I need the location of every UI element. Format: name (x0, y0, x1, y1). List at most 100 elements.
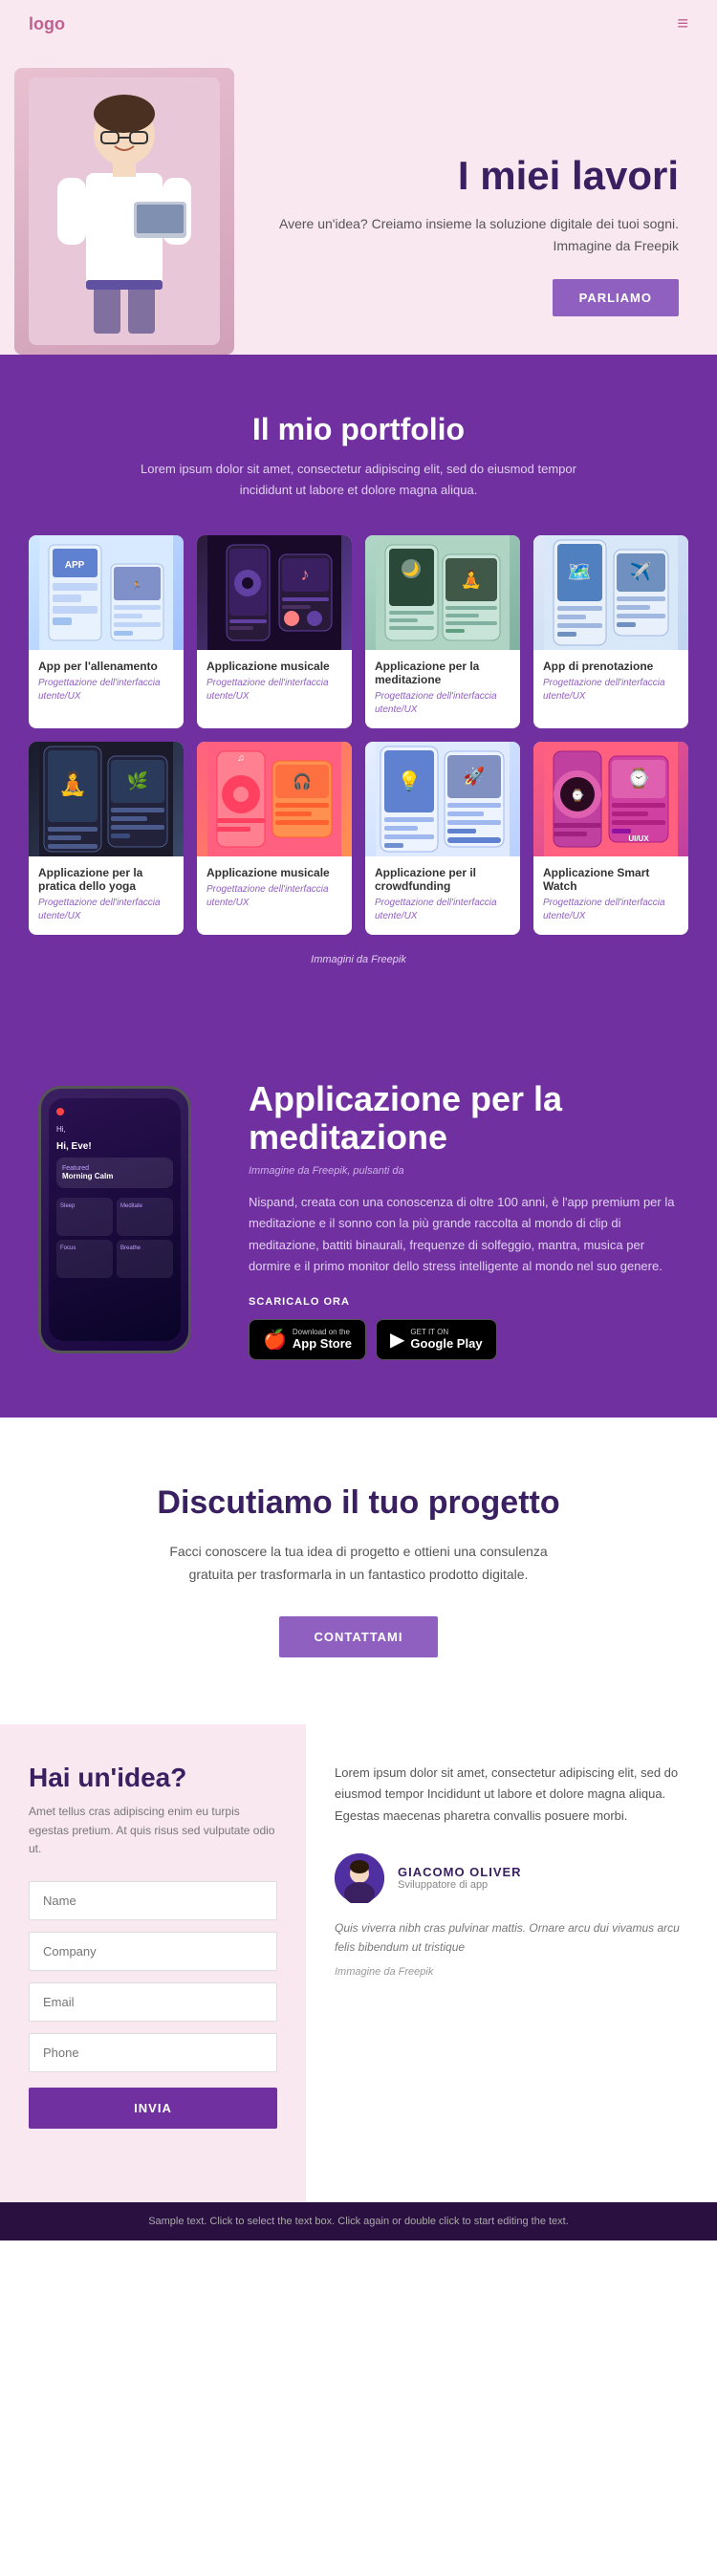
cta-button[interactable]: CONTATTAMI (279, 1616, 437, 1657)
portfolio-card-cat-3: Progettazione dell'interfaccia utente/UX (543, 677, 679, 704)
header: logo ≡ (0, 0, 717, 49)
portfolio-card-title-6: Applicazione per il crowdfunding (375, 866, 511, 893)
submit-button[interactable]: INVIA (29, 2088, 277, 2129)
phone-name: Hi, Eve! (56, 1141, 173, 1152)
yoga-app-graphic: 🧘 🌿 (39, 742, 173, 856)
hero-cta-button[interactable]: PARLIAMO (553, 279, 679, 316)
portfolio-card-music2[interactable]: ♫ 🎧 Applicazione musicale Progettazione … (197, 742, 352, 935)
portfolio-card-title-4: Applicazione per la pratica dello yoga (38, 866, 174, 893)
portfolio-card-watch[interactable]: ⌚ ⌚ UI/UX Applicazione Smart Watch Proge… (533, 742, 688, 935)
portfolio-card-cat-1: Progettazione dell'interfaccia utente/UX (206, 677, 342, 704)
portfolio-card-cat-2: Progettazione dell'interfaccia utente/UX (375, 690, 511, 717)
meditation-mockup: Hi, Hi, Eve! Featured Morning Calm Sleep… (38, 1086, 210, 1353)
hamburger-icon[interactable]: ≡ (677, 13, 688, 35)
svg-text:♫: ♫ (237, 753, 245, 764)
author-avatar (335, 1853, 384, 1903)
phone-card-label: Featured (62, 1165, 167, 1172)
hero-section: I miei lavori Avere un'idea? Creiamo ins… (0, 49, 717, 355)
portfolio-card-image-music2: ♫ 🎧 (197, 742, 352, 856)
apple-icon: 🍎 (263, 1328, 287, 1352)
portfolio-credit: Immagini da Freepik (29, 954, 688, 965)
contact-right-text: Lorem ipsum dolor sit amet, consectetur … (335, 1763, 688, 1826)
meditation-description: Nispand, creata con una conoscenza di ol… (249, 1192, 679, 1276)
portfolio-card-info-crowd: Applicazione per il crowdfunding Progett… (365, 856, 520, 935)
testimonial-author: GIACOMO OLIVER Sviluppatore di app (335, 1853, 688, 1903)
phone-header-bar (56, 1108, 173, 1115)
portfolio-card-image-yoga: 🧘 🌿 (29, 742, 184, 856)
svg-text:♪: ♪ (301, 565, 310, 584)
portfolio-card-crowd[interactable]: 💡 🚀 Applicazione per il crowdfunding (365, 742, 520, 935)
logo[interactable]: logo (29, 14, 65, 34)
portfolio-card-info-yoga: Applicazione per la pratica dello yoga P… (29, 856, 184, 935)
phone-featured-card: Featured Morning Calm (56, 1158, 173, 1188)
svg-text:🎧: 🎧 (293, 772, 312, 790)
app-store-button[interactable]: 🍎 Download on the App Store (249, 1319, 366, 1360)
contact-section: Hai un'idea? Amet tellus cras adipiscing… (0, 1724, 717, 2202)
portfolio-card-info-watch: Applicazione Smart Watch Progettazione d… (533, 856, 688, 935)
google-play-label: Google Play (410, 1336, 482, 1351)
svg-text:🧘: 🧘 (58, 770, 87, 797)
google-play-sub: GET IT ON (410, 1328, 482, 1336)
contact-testimonial-panel: Lorem ipsum dolor sit amet, consectetur … (306, 1724, 717, 2202)
app-store-sub: Download on the (293, 1328, 352, 1336)
hero-image (0, 68, 249, 355)
hero-person-illustration (14, 68, 234, 355)
portfolio-card-fitness[interactable]: APP 🏃 App per l'allenamento Progettazion (29, 535, 184, 728)
phone-mini-card-focus-label: Focus (60, 1245, 109, 1251)
phone-close-dot (56, 1108, 64, 1115)
phone-mini-card-sleep-label: Sleep (60, 1203, 109, 1209)
download-label: SCARICALO ORA (249, 1296, 679, 1308)
testimonial-credit: Immagine da Freepik (335, 1966, 688, 1978)
testimonial-quote: Quis viverra nibh cras pulvinar mattis. … (335, 1918, 688, 1958)
svg-text:🚀: 🚀 (464, 766, 485, 786)
meditation-title: Applicazione per la meditazione (249, 1080, 679, 1156)
phone-mini-card-focus: Focus (56, 1240, 113, 1278)
email-input[interactable] (29, 1982, 277, 2022)
google-play-button[interactable]: ▶ GET IT ON Google Play (376, 1319, 497, 1360)
name-input[interactable] (29, 1881, 277, 1920)
phone-card-title: Morning Calm (62, 1172, 167, 1180)
author-info: GIACOMO OLIVER Sviluppatore di app (398, 1865, 522, 1891)
portfolio-subtitle: Lorem ipsum dolor sit amet, consectetur … (120, 459, 598, 501)
portfolio-card-booking[interactable]: 🗺️ ✈️ App di prenotazione Progettazione (533, 535, 688, 728)
phone-mini-card-meditate-label: Meditate (120, 1203, 169, 1209)
portfolio-card-music[interactable]: ♪ Applicazione musicale Progettazione de… (197, 535, 352, 728)
cta-section: Discutiamo il tuo progetto Facci conosce… (0, 1418, 717, 1725)
portfolio-title: Il mio portfolio (29, 412, 688, 447)
portfolio-card-meditation[interactable]: 🌙 🧘 Applicazione per la meditazione Prog… (365, 535, 520, 728)
portfolio-card-info-music: Applicazione musicale Progettazione dell… (197, 650, 352, 715)
app-store-label: App Store (293, 1336, 352, 1351)
footer: Sample text. Click to select the text bo… (0, 2202, 717, 2240)
store-buttons: 🍎 Download on the App Store ▶ GET IT ON … (249, 1319, 679, 1360)
svg-text:✈️: ✈️ (630, 561, 651, 581)
portfolio-card-title-7: Applicazione Smart Watch (543, 866, 679, 893)
meditation-app-graphic: 🌙 🧘 (376, 535, 510, 650)
meditation-image-credit: Immagine da Freepik, pulsanti da (249, 1165, 679, 1177)
svg-text:⌚: ⌚ (627, 767, 651, 790)
contact-form-title: Hai un'idea? (29, 1763, 277, 1793)
portfolio-card-title-5: Applicazione musicale (206, 866, 342, 879)
footer-text: Sample text. Click to select the text bo… (148, 2216, 569, 2227)
phone-input[interactable] (29, 2033, 277, 2072)
portfolio-card-image-booking: 🗺️ ✈️ (533, 535, 688, 650)
portfolio-section: Il mio portfolio Lorem ipsum dolor sit a… (0, 355, 717, 1023)
portfolio-card-title-0: App per l'allenamento (38, 660, 174, 673)
person-svg (29, 77, 220, 345)
portfolio-card-title-3: App di prenotazione (543, 660, 679, 673)
phone-mini-card-breathe: Breathe (117, 1240, 173, 1278)
author-name: GIACOMO OLIVER (398, 1865, 522, 1879)
phone-greeting: Hi, (56, 1125, 173, 1134)
company-input[interactable] (29, 1932, 277, 1971)
google-play-text: GET IT ON Google Play (410, 1328, 482, 1351)
portfolio-card-info-fitness: App per l'allenamento Progettazione dell… (29, 650, 184, 715)
app-store-text: Download on the App Store (293, 1328, 352, 1351)
author-avatar-svg (335, 1853, 384, 1903)
svg-text:🌿: 🌿 (127, 770, 148, 790)
portfolio-card-image-fitness: APP 🏃 (29, 535, 184, 650)
svg-text:UI/UX: UI/UX (628, 834, 649, 843)
portfolio-card-image-watch: ⌚ ⌚ UI/UX (533, 742, 688, 856)
portfolio-card-info-booking: App di prenotazione Progettazione dell'i… (533, 650, 688, 715)
portfolio-card-yoga[interactable]: 🧘 🌿 Applicazione per la pratica dello yo… (29, 742, 184, 935)
portfolio-card-cat-0: Progettazione dell'interfaccia utente/UX (38, 677, 174, 704)
portfolio-card-cat-6: Progettazione dell'interfaccia utente/UX (375, 897, 511, 923)
